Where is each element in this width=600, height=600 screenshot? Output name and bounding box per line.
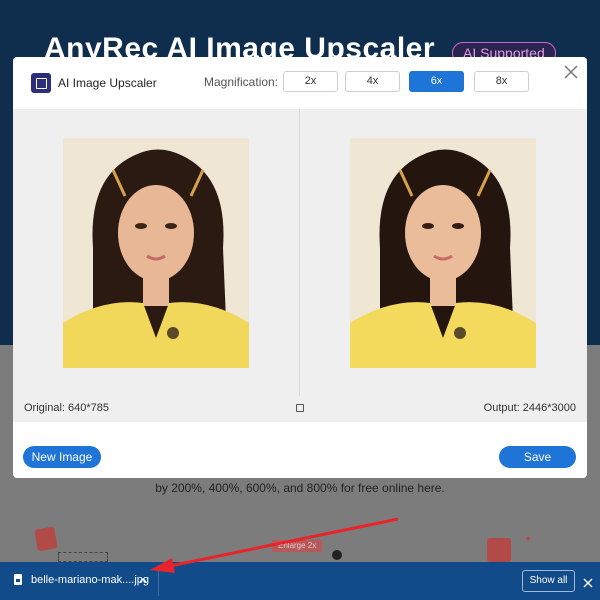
upscaler-dialog: AI Image Upscaler Magnification: 2x 4x 6… <box>13 57 587 478</box>
download-filename[interactable]: belle-mariano-mak....jpg <box>31 574 149 586</box>
compare-icon[interactable] <box>296 404 304 412</box>
output-image <box>350 138 536 368</box>
file-icon <box>14 574 22 585</box>
original-image <box>63 138 249 368</box>
comparison-divider[interactable] <box>299 109 300 396</box>
save-button[interactable]: Save <box>499 446 576 468</box>
image-comparison-area <box>13 109 587 396</box>
show-all-button[interactable]: Show all <box>522 570 575 592</box>
magnification-label: Magnification: <box>204 75 279 89</box>
download-bar: belle-mariano-mak....jpg Show all <box>0 562 600 600</box>
check-icon <box>332 550 342 560</box>
image-info-bar: Original: 640*785 Output: 2446*3000 <box>13 396 587 422</box>
magnification-4x-button[interactable]: 4x <box>345 71 400 92</box>
original-size-label: Original: 640*785 <box>24 402 110 414</box>
dialog-header: AI Image Upscaler Magnification: 2x 4x 6… <box>13 57 587 109</box>
dialog-title: AI Image Upscaler <box>58 76 157 90</box>
output-size-label: Output: 2446*3000 <box>483 402 576 414</box>
illustration-image-icon <box>34 526 58 552</box>
illustration-dashed-box <box>58 552 108 562</box>
magnification-6x-button[interactable]: 6x <box>409 71 464 92</box>
chevron-up-icon[interactable] <box>137 573 149 585</box>
download-separator <box>158 566 159 596</box>
download-bar-close-icon[interactable] <box>583 575 593 588</box>
close-icon[interactable] <box>563 64 579 80</box>
magnification-2x-button[interactable]: 2x <box>283 71 338 92</box>
illustration-document-icon <box>487 538 511 562</box>
page-subtitle: by 200%, 400%, 600%, and 800% for free o… <box>155 481 445 495</box>
new-image-button[interactable]: New Image <box>23 446 101 468</box>
illustration-enlarge-label: Enlarge 2x <box>272 540 323 552</box>
sparkle-icon: ✦ <box>524 534 533 545</box>
image-upscale-icon <box>31 73 51 93</box>
magnification-8x-button[interactable]: 8x <box>474 71 529 92</box>
